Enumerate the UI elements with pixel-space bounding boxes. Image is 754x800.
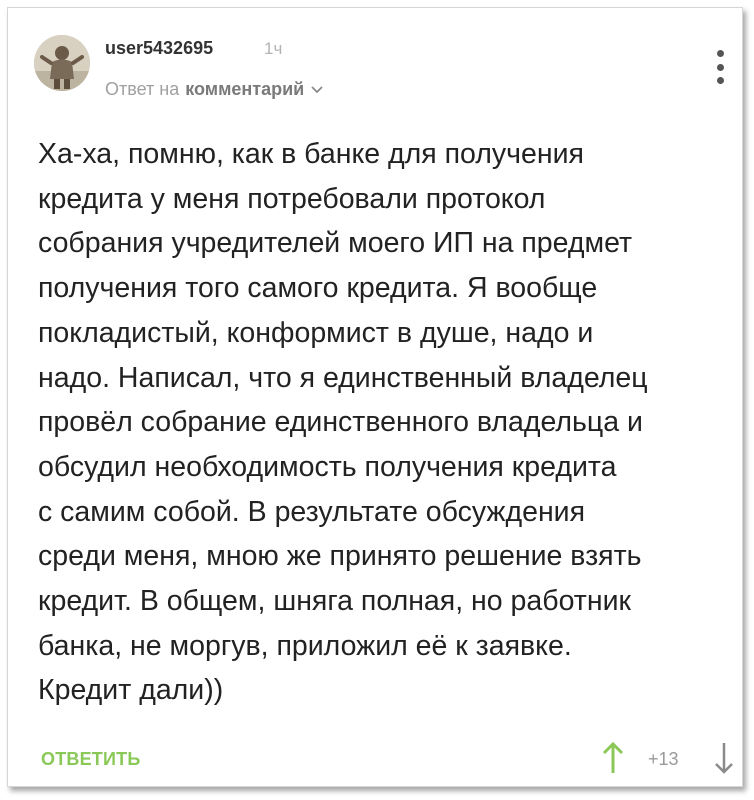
comment-line: кредит. В общем, шняга полная, но работн… bbox=[38, 585, 631, 618]
vote-count: +13 bbox=[648, 749, 679, 769]
avatar-icon bbox=[34, 35, 90, 91]
more-vertical-icon[interactable] bbox=[710, 50, 730, 84]
comment-line: собрания учредителей моего ИП на предмет bbox=[38, 227, 633, 260]
comment-line: среди меня, мною же принято решение взят… bbox=[38, 540, 642, 573]
chevron-down-icon[interactable] bbox=[310, 85, 324, 95]
reply-button[interactable]: ОТВЕТИТЬ bbox=[41, 749, 140, 770]
comment-line: получения того самого кредита. Я вообще bbox=[38, 272, 598, 305]
reply-target-link[interactable]: комментарий bbox=[185, 79, 304, 100]
comment-line: банка, не моргув, приложил её к заявке. bbox=[38, 629, 572, 662]
comment-line: покладистый, конформист в душе, надо и bbox=[38, 316, 594, 349]
comment-line: Ха-ха, помню, как в банке для получения bbox=[38, 138, 584, 170]
comment-card: user5432695 1ч Ответ на комментарий Ха-х… bbox=[7, 7, 743, 787]
arrow-down-icon[interactable] bbox=[711, 741, 737, 775]
comment-line: обсудил необходимость получения кредита bbox=[38, 450, 617, 483]
comment-time: 1ч bbox=[264, 39, 283, 58]
reply-prefix: Ответ на bbox=[105, 79, 180, 99]
comment-line: надо. Написал, что я единственный владел… bbox=[38, 361, 648, 394]
comment-line: кредита у меня потребовали протокол bbox=[38, 182, 546, 215]
comment-text: Ха-ха, помню, как в банке для получения … bbox=[38, 132, 728, 713]
comment-line: провёл собрание единственного владельца … bbox=[38, 406, 643, 439]
arrow-up-icon[interactable] bbox=[600, 741, 626, 775]
author-name[interactable]: user5432695 bbox=[105, 38, 213, 59]
comment-line: Кредит дали)) bbox=[38, 674, 224, 707]
avatar[interactable] bbox=[34, 35, 90, 91]
reply-context[interactable]: Ответ на комментарий bbox=[105, 79, 324, 100]
comment-line: с самим собой. В результате обсуждения bbox=[38, 495, 586, 528]
